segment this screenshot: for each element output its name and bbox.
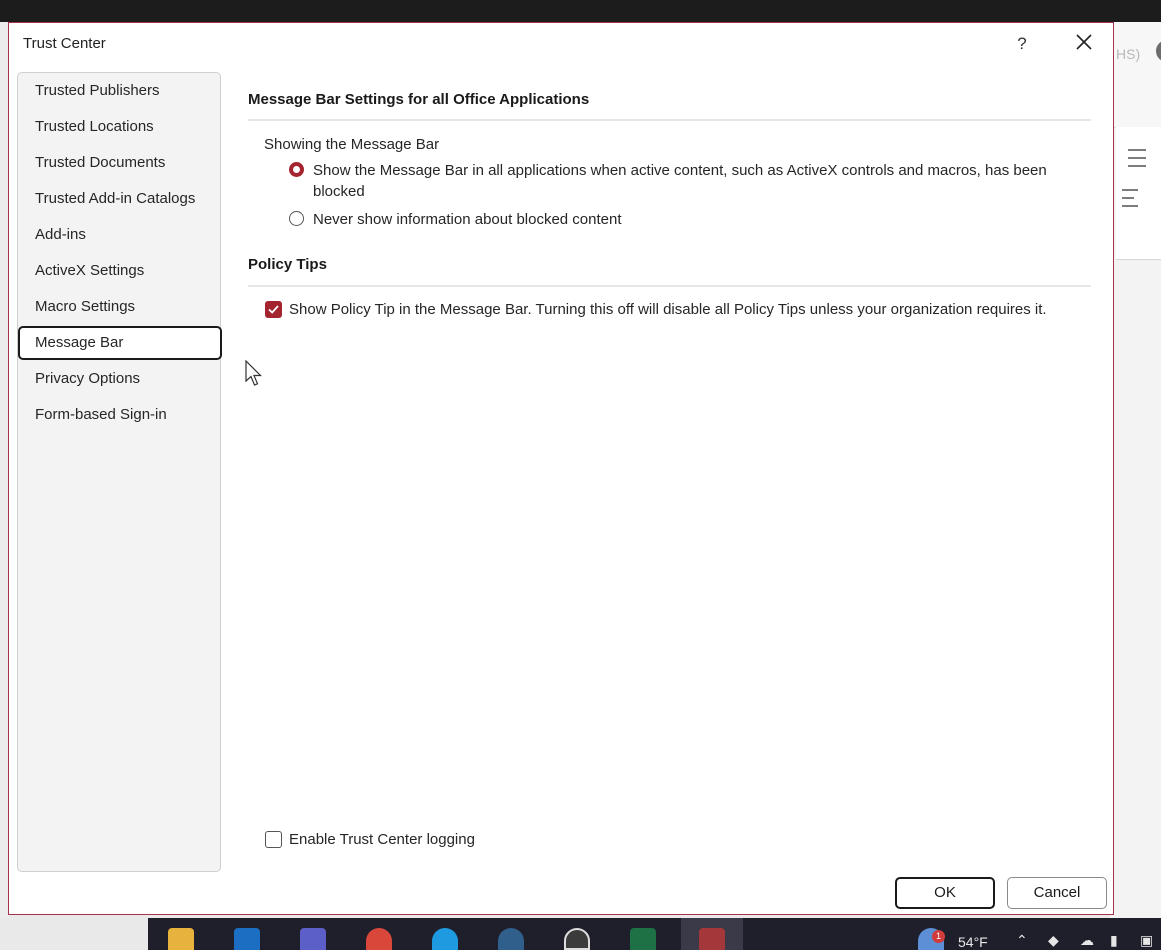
close-icon [1076,34,1092,50]
checkmark-icon [268,305,279,314]
background-ribbon: HS) [1110,22,1161,128]
nav-item-macro-settings[interactable]: Macro Settings [19,290,221,324]
notification-badge: 1 [932,930,945,943]
tray-app-icon[interactable]: ◆ [1048,932,1059,949]
message-bar-heading: Message Bar Settings for all Office Appl… [248,91,590,108]
edge-icon[interactable] [432,928,458,950]
show-message-bar-label[interactable]: Show the Message Bar in all applications… [313,160,1047,202]
background-ribbon-label: HS) [1116,46,1141,62]
network-icon[interactable]: ▣ [1140,932,1153,949]
policy-tip-checkbox[interactable] [265,301,282,318]
mouse-cursor-icon [245,360,262,386]
trust-center-nav: Trusted Publishers Trusted Locations Tru… [17,72,222,872]
show-message-bar-label-line1: Show the Message Bar in all applications… [313,162,1047,179]
policy-tips-heading: Policy Tips [248,256,327,273]
lock-app-icon[interactable] [564,928,590,950]
temperature-text[interactable]: 54°F [958,934,988,950]
trust-center-dialog: Trust Center ? Trusted Publishers Truste… [8,22,1114,915]
onbase-icon[interactable] [498,928,524,950]
nav-item-add-ins[interactable]: Add-ins [19,218,221,252]
file-explorer-icon[interactable] [168,928,194,950]
trust-center-logging-checkbox[interactable] [265,831,282,848]
nav-item-trusted-add-in-catalogs[interactable]: Trusted Add-in Catalogs [19,182,221,216]
top-window-bar [0,0,1161,22]
nav-item-privacy-options[interactable]: Privacy Options [19,362,221,396]
taskbar-active-app[interactable] [681,918,743,950]
nav-item-message-bar[interactable]: Message Bar [18,326,222,360]
section-divider [248,285,1091,287]
close-button[interactable] [1069,31,1099,57]
access-icon [699,928,725,950]
list-icon [1128,149,1146,151]
ok-button[interactable]: OK [895,877,995,909]
cloud-icon[interactable]: ☁ [1080,932,1094,949]
align-icon [1122,189,1138,191]
trust-center-logging-label[interactable]: Enable Trust Center logging [289,829,475,850]
chrome-icon[interactable] [366,928,392,950]
excel-icon[interactable] [630,928,656,950]
nav-item-trusted-publishers[interactable]: Trusted Publishers [19,74,221,108]
nav-item-form-based-sign-in[interactable]: Form-based Sign-in [19,398,221,432]
background-application: HS) [1110,22,1161,918]
chevron-up-icon[interactable]: ⌃ [1016,932,1028,949]
outlook-icon[interactable] [234,928,260,950]
nav-item-trusted-locations[interactable]: Trusted Locations [19,110,221,144]
align-icon-line [1122,205,1138,207]
help-button[interactable]: ? [1009,31,1035,57]
show-message-bar-radio[interactable] [289,162,304,177]
usb-icon[interactable]: ▮ [1110,932,1118,949]
dialog-title: Trust Center [23,35,106,52]
taskbar: 1 54°F ⌃ ◆ ☁ ▮ ▣ [148,918,1161,950]
never-show-label[interactable]: Never show information about blocked con… [313,209,622,230]
list-icon-line [1128,157,1146,159]
show-message-bar-label-line2: blocked [313,183,365,200]
list-icon-line [1128,165,1146,167]
never-show-radio[interactable] [289,211,304,226]
section-divider [248,119,1091,121]
background-document [1116,127,1161,260]
nav-item-trusted-documents[interactable]: Trusted Documents [19,146,221,180]
align-icon-line [1122,197,1134,199]
teams-icon[interactable] [300,928,326,950]
cancel-button[interactable]: Cancel [1007,877,1107,909]
nav-item-activex-settings[interactable]: ActiveX Settings [19,254,221,288]
policy-tip-label[interactable]: Show Policy Tip in the Message Bar. Turn… [289,299,1047,320]
showing-message-bar-label: Showing the Message Bar [264,136,440,153]
